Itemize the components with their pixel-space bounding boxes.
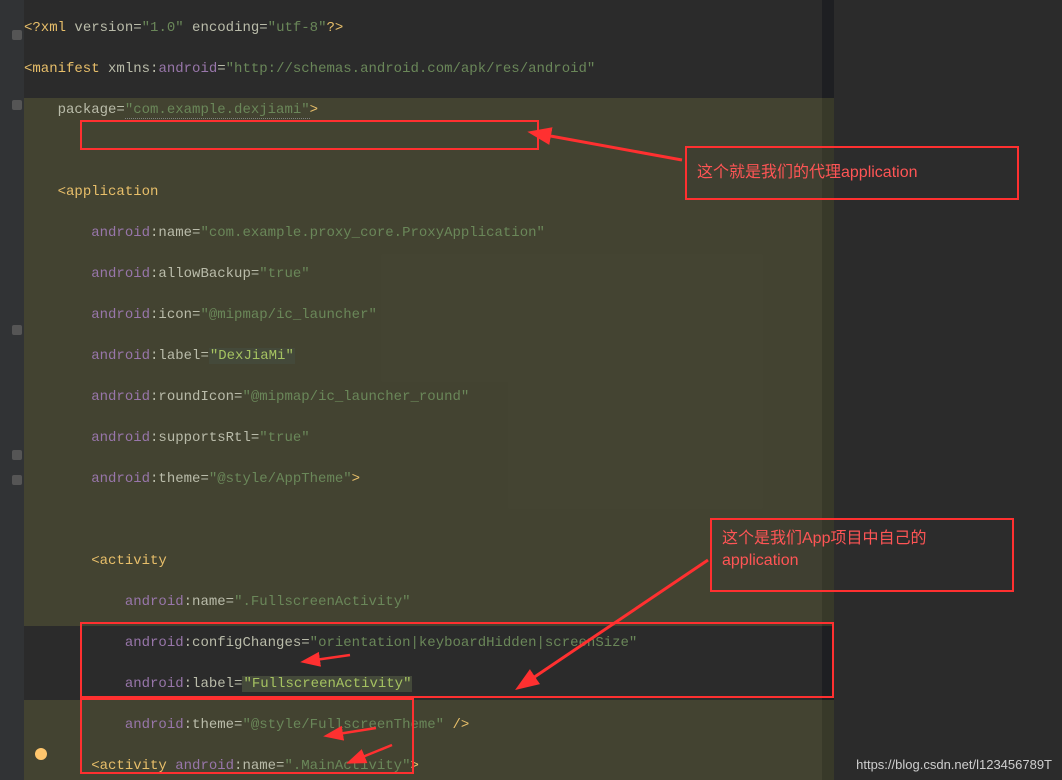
annotation-self-app-line2: application <box>722 552 799 569</box>
collapse-icon[interactable] <box>12 325 22 335</box>
annotation-self-app-line1: 这个是我们App项目中自己的 <box>722 530 926 547</box>
watermark: https://blog.csdn.net/l123456789T <box>856 757 1052 772</box>
collapse-icon[interactable] <box>12 475 22 485</box>
code-editor[interactable]: <?xml version="1.0" encoding="utf-8"?> <… <box>24 0 1062 780</box>
collapse-icon[interactable] <box>12 100 22 110</box>
collapse-icon[interactable] <box>12 30 22 40</box>
bulb-icon[interactable] <box>35 748 47 760</box>
gutter <box>0 0 24 780</box>
annotation-proxy-text: 这个就是我们的代理application <box>697 164 918 181</box>
annotation-proxy: 这个就是我们的代理application <box>685 146 1019 200</box>
collapse-icon[interactable] <box>12 450 22 460</box>
annotation-self-app: 这个是我们App项目中自己的 application <box>710 518 1014 592</box>
